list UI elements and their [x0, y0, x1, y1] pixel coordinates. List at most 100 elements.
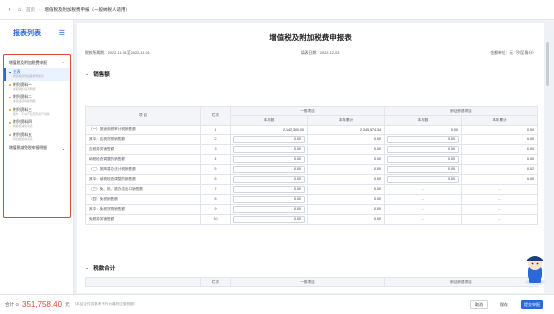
tax-total-table: 栏次 一般项目 即征即退项目 [85, 276, 538, 288]
chevron-up-icon: ⌃ [61, 60, 65, 66]
section-sales[interactable]: ⌄ 销售额 [77, 70, 544, 78]
scrollbar[interactable] [546, 42, 549, 86]
header-immediate: 即征即退项目 [384, 105, 538, 117]
assistant-mascot-icon[interactable] [522, 252, 548, 286]
value-cell: 0.00 [384, 143, 462, 155]
total-label: 合计 ⊙ [5, 301, 20, 307]
breadcrumb-home[interactable]: 首页 [26, 7, 35, 13]
sidebar-item-attachment-1[interactable]: 附列资料一 本期销售情况明细 [4, 81, 70, 94]
status-dot-icon [9, 96, 11, 99]
value-cell: -- [461, 193, 538, 205]
value-cell: 0.00 [384, 153, 462, 165]
value-cell: 0.00 [461, 153, 538, 165]
tax-period: 税款所属期：2022-11-01至2022-11-01 [85, 51, 150, 55]
amount-input[interactable]: 0.00 [387, 165, 459, 173]
sidebar-item-attachment-5[interactable]: 附列资料五 附加税费情况表 [4, 131, 70, 144]
amount-input[interactable]: 0.00 [233, 175, 305, 183]
row-col: 3 [200, 143, 231, 155]
header-col: 栏次 [200, 276, 231, 288]
sidebar-item-main-table[interactable]: 主表 增值税及附加税费申报表 [4, 68, 70, 81]
table-row: 其中：纳税检查调整的销售额 6 0.00 0.00 0.00 0.00 [85, 173, 538, 185]
amount-input[interactable]: 0.00 [387, 155, 459, 163]
value-cell: -- [384, 183, 462, 195]
value-cell: 0.00 [461, 173, 538, 185]
value-cell: -- [384, 213, 462, 225]
header-item [85, 276, 201, 288]
amount-input[interactable]: 0.00 [387, 145, 459, 153]
amount-input[interactable]: 0.00 [387, 175, 459, 183]
amount-input[interactable]: 0.00 [233, 215, 305, 223]
value-cell: 0.00 [307, 183, 385, 195]
section-tax-total[interactable]: ⌄ 税款合计 [77, 264, 115, 272]
cancel-button[interactable]: 取消 [470, 300, 488, 309]
value-cell: 0.00 [307, 173, 385, 185]
value-cell: -- [384, 193, 462, 205]
header-this-year: 本年累计 [461, 115, 538, 126]
amount-unit: 金额单位：元（列至角分） [490, 51, 536, 55]
amount-input[interactable]: 0.00 [233, 185, 305, 193]
sidebar-item-attachment-2[interactable]: 附列资料二 本期进项税额明细 [4, 93, 70, 106]
value-cell: 2,345,574.34 [307, 124, 385, 135]
row-name: 纳税检查调整的销售额 [85, 153, 201, 165]
table-row: 其中：免税货物销售额 9 0.00 0.00 -- -- [85, 203, 538, 215]
amount-input[interactable]: 0.00 [233, 155, 305, 163]
total-note: （本结论仅供参考不作为最终应缴税额） [72, 302, 138, 306]
value-cell: 0.00 [230, 173, 308, 185]
value-cell: 0.00 [307, 153, 385, 165]
amount-input[interactable]: 0.00 [233, 195, 305, 203]
value-cell: 0.00 [384, 124, 462, 135]
value-cell: 0.00 [230, 203, 308, 215]
value-cell: 0.00 [384, 133, 462, 145]
save-button[interactable]: 保存 [493, 300, 515, 309]
fill-date: 填表日期：2022-12-03 [300, 51, 340, 55]
value-cell: 0.00 [230, 163, 308, 175]
value-cell: 0.00 [384, 173, 462, 185]
sidebar-group-label: 增值税及附加税费申报 [9, 60, 47, 65]
amount-input[interactable]: 0.00 [233, 205, 305, 213]
row-col: 8 [200, 193, 231, 205]
value-cell: 0.02 [461, 163, 538, 175]
home-icon[interactable]: ⌂ [16, 6, 23, 13]
row-name: （二）按简易办法计税销售额 [85, 163, 201, 175]
sales-table: 项 目 栏次 一般项目 即征即退项目 本月数 本年累计 本月数 本年累计 （一）… [85, 105, 538, 225]
header-general: 一般项目 [230, 276, 385, 288]
value-cell: 0.00 [230, 193, 308, 205]
value-cell: -- [461, 203, 538, 215]
row-name: 其中：应税货物销售额 [85, 133, 201, 145]
table-row: 纳税检查调整的销售额 4 0.00 0.00 0.00 0.00 [85, 153, 538, 165]
amount-input[interactable]: 0.00 [233, 135, 305, 143]
breadcrumb-current: 增值税及附加税费申报（一般纳税人适用） [44, 6, 131, 12]
row-name: 其中：纳税检查调整的销售额 [85, 173, 201, 185]
value-cell: 0.00 [230, 183, 308, 195]
value-cell: 0.00 [384, 163, 462, 175]
value-cell: 0.00 [230, 213, 308, 225]
value-cell: 0.00 [230, 133, 308, 145]
sidebar-item-attachment-4[interactable]: 附列资料四 税额抵减情况表 [4, 118, 70, 131]
sidebar-group[interactable]: 增值税及附加税费申报 ⌃ [4, 58, 70, 68]
report-list: 增值税及附加税费申报 ⌃ 主表 增值税及附加税费申报表 附列资料一 本期销售情况… [3, 54, 71, 218]
amount-input[interactable]: 0.00 [387, 135, 459, 143]
sidebar-item-attachment-3[interactable]: 附列资料三 服务、不动产和无形资产扣除 [4, 106, 70, 119]
sidebar-header: 报表列表 ☰ [0, 20, 73, 46]
table-row: （三）免、抵、退办法出口销售额 7 0.00 0.00 -- -- [85, 183, 538, 195]
value-cell: 0.00 [461, 143, 538, 155]
row-col: 6 [200, 173, 231, 185]
table-row: （二）按简易办法计税销售额 5 0.00 0.00 0.00 0.02 [85, 163, 538, 175]
row-name: （一）按适用税率计税销售额 [85, 124, 201, 135]
value-cell: 0.00 [307, 203, 385, 215]
amount-input[interactable]: 0.00 [233, 145, 305, 153]
table-row: 免税劳务销售额 10 0.00 0.00 -- -- [85, 213, 538, 225]
sidebar-item-label: 增值税减免税申报明细 [9, 145, 47, 150]
submit-button[interactable]: 提交申报 [521, 300, 543, 309]
header-immediate: 即征即退项目 [384, 276, 538, 288]
sidebar-item-exemption[interactable]: 增值税减免税申报明细 ⌄ [4, 144, 70, 151]
section-title: 销售额 [93, 72, 110, 78]
amount-input[interactable]: 0.00 [233, 165, 305, 173]
chevron-down-icon: ⌄ [85, 265, 90, 271]
back-arrow-icon[interactable]: ‹ [6, 6, 13, 13]
chevron-down-icon: ⌄ [85, 71, 90, 77]
sidebar-item-subtitle: 增值税及附加税费申报表 [13, 74, 44, 78]
menu-icon[interactable]: ☰ [59, 29, 65, 37]
row-col: 1 [200, 124, 231, 135]
value-cell: 0.00 [307, 143, 385, 155]
